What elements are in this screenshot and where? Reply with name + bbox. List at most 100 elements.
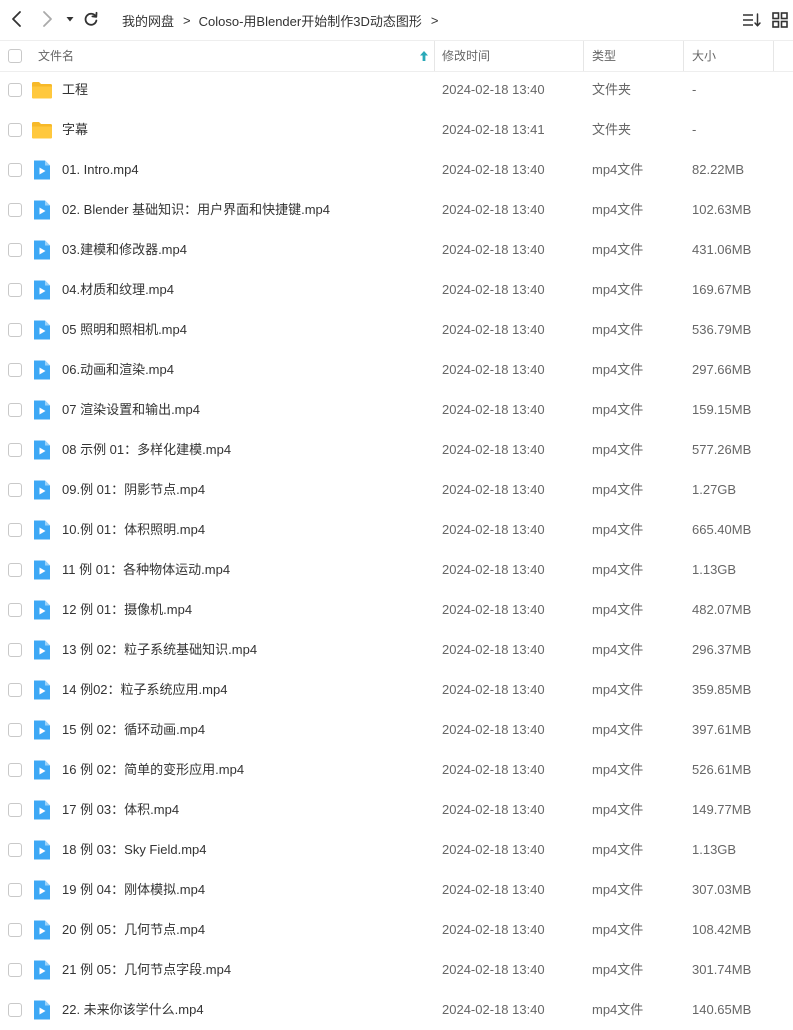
file-name[interactable]: 19 例 04：刚体模拟.mp4 (62, 870, 205, 910)
file-name[interactable]: 17 例 03：体积.mp4 (62, 790, 179, 830)
file-row[interactable]: 09.例 01：阴影节点.mp4 2024-02-18 13:40 mp4文件 1.2… (0, 470, 793, 510)
row-checkbox[interactable] (8, 1003, 22, 1017)
file-name[interactable]: 03.建模和修改器.mp4 (62, 230, 187, 270)
file-name[interactable]: 04.材质和纹理.mp4 (62, 270, 174, 310)
file-name[interactable]: 06.动画和渲染.mp4 (62, 350, 174, 390)
row-checkbox[interactable] (8, 123, 22, 137)
row-checkbox[interactable] (8, 643, 22, 657)
row-checkbox[interactable] (8, 203, 22, 217)
file-row[interactable]: 01. Intro.mp4 2024-02-18 13:40 mp4文件 82.22M… (0, 150, 793, 190)
row-checkbox[interactable] (8, 803, 22, 817)
file-name[interactable]: 字幕 (62, 110, 88, 150)
grid-view-button[interactable] (770, 10, 790, 30)
file-row[interactable]: 16 例 02：简单的变形应用.mp4 2024-02-18 13:40 mp4文件… (0, 750, 793, 790)
header-divider[interactable] (683, 41, 684, 71)
row-checkbox[interactable] (8, 563, 22, 577)
file-row[interactable]: 22. 未来你该学什么.mp4 2024-02-18 13:40 mp4文件 140.… (0, 990, 793, 1030)
breadcrumb-item-current[interactable]: Coloso-用Blender开始制作3D动态图形 (199, 11, 422, 30)
video-file-icon (34, 480, 50, 500)
chevron-left-icon (12, 11, 21, 27)
file-row[interactable]: 19 例 04：刚体模拟.mp4 2024-02-18 13:40 mp4文件 307… (0, 870, 793, 910)
row-checkbox[interactable] (8, 723, 22, 737)
file-type: mp4文件 (592, 442, 644, 457)
row-checkbox[interactable] (8, 883, 22, 897)
file-name[interactable]: 01. Intro.mp4 (62, 150, 139, 190)
row-checkbox[interactable] (8, 603, 22, 617)
file-row[interactable]: 08 示例 01：多样化建模.mp4 2024-02-18 13:40 mp4文件 5… (0, 430, 793, 470)
file-row[interactable]: 17 例 03：体积.mp4 2024-02-18 13:40 mp4文件 149.7… (0, 790, 793, 830)
row-checkbox[interactable] (8, 243, 22, 257)
row-checkbox[interactable] (8, 963, 22, 977)
file-row[interactable]: 20 例 05：几何节点.mp4 2024-02-18 13:40 mp4文件 108… (0, 910, 793, 950)
row-checkbox[interactable] (8, 523, 22, 537)
file-name[interactable]: 10.例 01：体积照明.mp4 (62, 510, 205, 550)
file-name[interactable]: 工程 (62, 70, 88, 110)
header-size[interactable]: 大小 (692, 41, 716, 71)
file-modified-time: 2024-02-18 13:40 (442, 762, 545, 777)
file-name[interactable]: 07 渲染设置和输出.mp4 (62, 390, 200, 430)
header-name[interactable]: 文件名 (38, 41, 74, 71)
refresh-button[interactable] (80, 8, 102, 30)
file-name[interactable]: 14 例02：粒子系统应用.mp4 (62, 670, 227, 710)
file-name[interactable]: 20 例 05：几何节点.mp4 (62, 910, 205, 950)
row-checkbox[interactable] (8, 683, 22, 697)
file-name[interactable]: 09.例 01：阴影节点.mp4 (62, 470, 205, 510)
file-modified-time: 2024-02-18 13:40 (442, 162, 545, 177)
sort-ascending-icon[interactable] (419, 50, 429, 62)
folder-icon (32, 82, 52, 99)
history-dropdown-button[interactable] (61, 8, 79, 30)
header-type[interactable]: 类型 (592, 41, 616, 71)
file-name[interactable]: 05 照明和照相机.mp4 (62, 310, 187, 350)
sort-button[interactable] (742, 10, 762, 30)
row-checkbox[interactable] (8, 363, 22, 377)
row-checkbox[interactable] (8, 323, 22, 337)
forward-button[interactable] (36, 8, 58, 30)
file-name[interactable]: 12 例 01：摄像机.mp4 (62, 590, 192, 630)
file-row[interactable]: 字幕 2024-02-18 13:41 文件夹 - (0, 110, 793, 150)
file-name[interactable]: 21 例 05：几何节点字段.mp4 (62, 950, 231, 990)
file-row[interactable]: 13 例 02：粒子系统基础知识.mp4 2024-02-18 13:40 mp4文… (0, 630, 793, 670)
file-modified-time: 2024-02-18 13:40 (442, 442, 545, 457)
file-name[interactable]: 08 示例 01：多样化建模.mp4 (62, 430, 231, 470)
back-button[interactable] (6, 8, 28, 30)
breadcrumb-item-root[interactable]: 我的网盘 (122, 11, 174, 30)
file-name[interactable]: 11 例 01：各种物体运动.mp4 (62, 550, 230, 590)
row-checkbox[interactable] (8, 843, 22, 857)
file-name[interactable]: 16 例 02：简单的变形应用.mp4 (62, 750, 244, 790)
file-row[interactable]: 02. Blender 基础知识：用户界面和快捷键.mp4 2024-02-18 … (0, 190, 793, 230)
row-checkbox[interactable] (8, 923, 22, 937)
row-checkbox[interactable] (8, 403, 22, 417)
file-row[interactable]: 05 照明和照相机.mp4 2024-02-18 13:40 mp4文件 536.79… (0, 310, 793, 350)
file-name[interactable]: 13 例 02：粒子系统基础知识.mp4 (62, 630, 257, 670)
file-row[interactable]: 11 例 01：各种物体运动.mp4 2024-02-18 13:40 mp4文件 1… (0, 550, 793, 590)
breadcrumb-dropdown-icon[interactable]: > (431, 13, 439, 28)
file-row[interactable]: 工程 2024-02-18 13:40 文件夹 - (0, 70, 793, 110)
file-size: 296.37MB (692, 642, 752, 657)
row-checkbox[interactable] (8, 763, 22, 777)
header-modified[interactable]: 修改时间 (442, 41, 490, 71)
file-row[interactable]: 03.建模和修改器.mp4 2024-02-18 13:40 mp4文件 431.06… (0, 230, 793, 270)
file-row[interactable]: 15 例 02：循环动画.mp4 2024-02-18 13:40 mp4文件 397… (0, 710, 793, 750)
file-row[interactable]: 21 例 05：几何节点字段.mp4 2024-02-18 13:40 mp4文件 3… (0, 950, 793, 990)
file-row[interactable]: 10.例 01：体积照明.mp4 2024-02-18 13:40 mp4文件 665… (0, 510, 793, 550)
file-name[interactable]: 02. Blender 基础知识：用户界面和快捷键.mp4 (62, 190, 330, 230)
file-row[interactable]: 18 例 03：Sky Field.mp4 2024-02-18 13:40 mp4… (0, 830, 793, 870)
video-file-icon (34, 440, 50, 460)
row-checkbox[interactable] (8, 83, 22, 97)
row-checkbox[interactable] (8, 483, 22, 497)
row-checkbox[interactable] (8, 283, 22, 297)
row-checkbox[interactable] (8, 163, 22, 177)
file-name[interactable]: 22. 未来你该学什么.mp4 (62, 990, 204, 1030)
header-divider[interactable] (583, 41, 584, 71)
row-checkbox[interactable] (8, 443, 22, 457)
file-name[interactable]: 18 例 03：Sky Field.mp4 (62, 830, 207, 870)
file-row[interactable]: 04.材质和纹理.mp4 2024-02-18 13:40 mp4文件 169.67M… (0, 270, 793, 310)
file-name[interactable]: 15 例 02：循环动画.mp4 (62, 710, 205, 750)
file-row[interactable]: 12 例 01：摄像机.mp4 2024-02-18 13:40 mp4文件 482.… (0, 590, 793, 630)
header-divider[interactable] (434, 41, 435, 71)
file-row[interactable]: 14 例02：粒子系统应用.mp4 2024-02-18 13:40 mp4文件 35… (0, 670, 793, 710)
file-row[interactable]: 07 渲染设置和输出.mp4 2024-02-18 13:40 mp4文件 159.1… (0, 390, 793, 430)
select-all-checkbox[interactable] (8, 49, 22, 63)
header-divider[interactable] (773, 41, 774, 71)
file-row[interactable]: 06.动画和渲染.mp4 2024-02-18 13:40 mp4文件 297.66M… (0, 350, 793, 390)
